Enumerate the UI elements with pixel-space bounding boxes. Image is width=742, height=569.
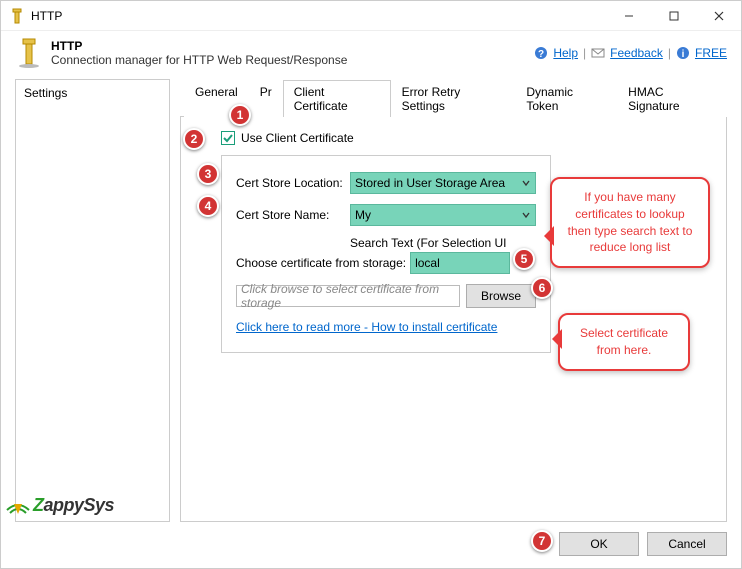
search-input[interactable]: local [410,252,510,274]
cert-fieldset: Cert Store Location: Stored in User Stor… [221,155,551,353]
minimize-button[interactable] [606,1,651,30]
help-links: ? Help | Feedback | i FREE [534,46,727,60]
callout-select-hint: Select certificate from here. [558,313,690,371]
header-title: HTTP [51,39,534,53]
marker-3: 3 [197,163,219,185]
marker-5: 5 [513,248,535,270]
app-icon [15,37,43,69]
marker-1: 1 [229,104,251,126]
body: Settings ZappySys General Pr Client Cert… [1,79,741,522]
feedback-link[interactable]: Feedback [610,46,663,60]
marker-2: 2 [183,128,205,150]
header-subtitle: Connection manager for HTTP Web Request/… [51,53,534,67]
svg-text:i: i [682,49,685,60]
info-icon: i [676,46,690,60]
maximize-button[interactable] [651,1,696,30]
store-name-select[interactable]: My [350,204,536,226]
window-buttons [606,1,741,30]
titlebar: HTTP [1,1,741,31]
side-panel: Settings ZappySys [15,79,170,522]
logo: ZappySys [5,495,145,516]
choose-label: Choose certificate from storage: [236,256,406,270]
tabs: General Pr Client Certificate Error Retr… [180,79,727,117]
logo-text: ZappySys [33,495,114,516]
store-location-label: Cert Store Location: [236,176,350,190]
mail-icon [591,46,605,60]
help-link[interactable]: Help [553,46,578,60]
footer: 7 OK Cancel [1,522,741,568]
window: HTTP HTTP Connection manager for HTTP We… [0,0,742,569]
store-location-value: Stored in User Storage Area [355,176,505,190]
tab-client-certificate[interactable]: Client Certificate [283,80,391,117]
callout-search-hint: If you have many certificates to lookup … [550,177,710,268]
free-link[interactable]: FREE [695,46,727,60]
window-title: HTTP [31,9,606,23]
tab-hmac[interactable]: HMAC Signature [617,80,727,117]
separator: | [583,46,586,60]
close-button[interactable] [696,1,741,30]
store-name-label: Cert Store Name: [236,208,350,222]
sidebar-item-settings[interactable]: Settings [24,86,161,100]
browse-button[interactable]: Browse [466,284,536,308]
cert-path-placeholder: Click browse to select certificate from … [241,282,455,310]
tab-error-retry[interactable]: Error Retry Settings [391,80,516,117]
use-client-cert-label: Use Client Certificate [241,131,354,145]
cancel-button[interactable]: Cancel [647,532,727,556]
marker-4: 4 [197,195,219,217]
search-value: local [415,256,440,270]
separator: | [668,46,671,60]
use-client-cert-row: Use Client Certificate [221,131,712,145]
marker-7: 7 [531,530,553,552]
tab-body: Use Client Certificate Cert Store Locati… [180,117,727,522]
store-name-value: My [355,208,371,222]
ok-button[interactable]: OK [559,532,639,556]
app-small-icon [9,8,25,24]
tab-proxy[interactable]: Pr [249,80,283,117]
svg-text:?: ? [538,49,544,60]
tab-dynamic-token[interactable]: Dynamic Token [515,80,617,117]
help-icon: ? [534,46,548,60]
marker-6: 6 [531,277,553,299]
cert-path-input[interactable]: Click browse to select certificate from … [236,285,460,307]
header: HTTP Connection manager for HTTP Web Req… [1,31,741,79]
read-more-link[interactable]: Click here to read more - How to install… [236,320,497,334]
search-label: Search Text (For Selection UI [350,236,536,250]
use-client-cert-checkbox[interactable] [221,131,235,145]
chevron-down-icon [521,177,531,191]
store-location-select[interactable]: Stored in User Storage Area [350,172,536,194]
header-titles: HTTP Connection manager for HTTP Web Req… [51,39,534,67]
chevron-down-icon [521,209,531,223]
main-panel: General Pr Client Certificate Error Retr… [180,79,727,522]
